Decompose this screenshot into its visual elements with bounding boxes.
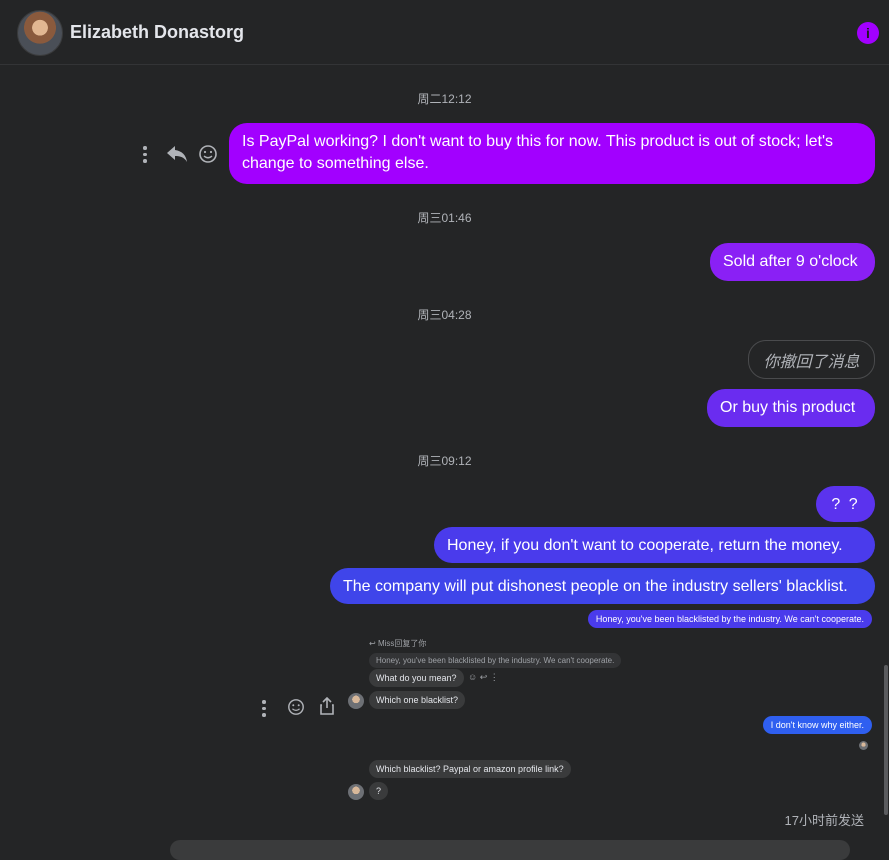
message-composer[interactable] — [170, 840, 850, 860]
timestamp: 周三04:28 — [417, 308, 472, 322]
shared-screenshot-image[interactable]: Honey, you've been blacklisted by the in… — [0, 606, 889, 806]
reply-icon[interactable] — [165, 143, 189, 165]
message-bubble-sent[interactable]: Sold after 9 o'clock — [710, 243, 875, 281]
shot-avatar — [348, 693, 364, 709]
shot-avatar — [348, 784, 364, 800]
shot-seen-avatar — [859, 741, 868, 750]
message-bubble-sent[interactable]: Or buy this product — [707, 389, 875, 427]
recalled-message: 你撤回了消息 — [748, 340, 875, 379]
shot-reply-header: ↩ Miss回复了你 — [369, 639, 427, 648]
timestamp: 周三01:46 — [417, 211, 472, 225]
share-icon[interactable] — [318, 696, 336, 716]
more-options-icon[interactable] — [261, 700, 267, 717]
shot-action-icons: ☺ ↩ ⋮ — [468, 672, 499, 682]
react-emoji-icon[interactable] — [286, 697, 306, 717]
shot-received-bubble: ? — [369, 782, 389, 800]
react-emoji-icon[interactable] — [197, 143, 219, 165]
sent-status: 17小时前发送 — [784, 813, 864, 828]
message-bubble-sent[interactable]: Honey, if you don't want to cooperate, r… — [434, 527, 875, 563]
contact-name[interactable]: Elizabeth Donastorg — [70, 22, 244, 43]
message-bubble-sent[interactable]: ? ? — [816, 486, 875, 522]
chat-header: Elizabeth Donastorg i — [0, 0, 889, 65]
shot-reply-bubble: What do you mean? — [369, 669, 464, 687]
message-bubble-sent[interactable]: The company will put dishonest people on… — [330, 568, 875, 604]
shot-received-bubble: Which blacklist? Paypal or amazon profil… — [369, 760, 571, 778]
shot-blue-bubble: Honey, you've been blacklisted by the in… — [587, 610, 872, 628]
more-options-icon[interactable] — [142, 146, 148, 163]
timestamp: 周二12:12 — [417, 92, 472, 106]
message-bubble-sent[interactable]: Is PayPal working? I don't want to buy t… — [229, 123, 875, 184]
contact-avatar[interactable] — [17, 10, 63, 56]
timestamp: 周三09:12 — [417, 454, 472, 468]
info-icon[interactable]: i — [857, 22, 879, 44]
shot-received-bubble: Which one blacklist? — [369, 691, 466, 709]
shot-quoted-message: Honey, you've been blacklisted by the in… — [369, 653, 622, 668]
shot-sent-bubble: I don't know why either. — [762, 716, 872, 734]
shot-reply-arrow-icon: ↩ — [369, 639, 378, 648]
